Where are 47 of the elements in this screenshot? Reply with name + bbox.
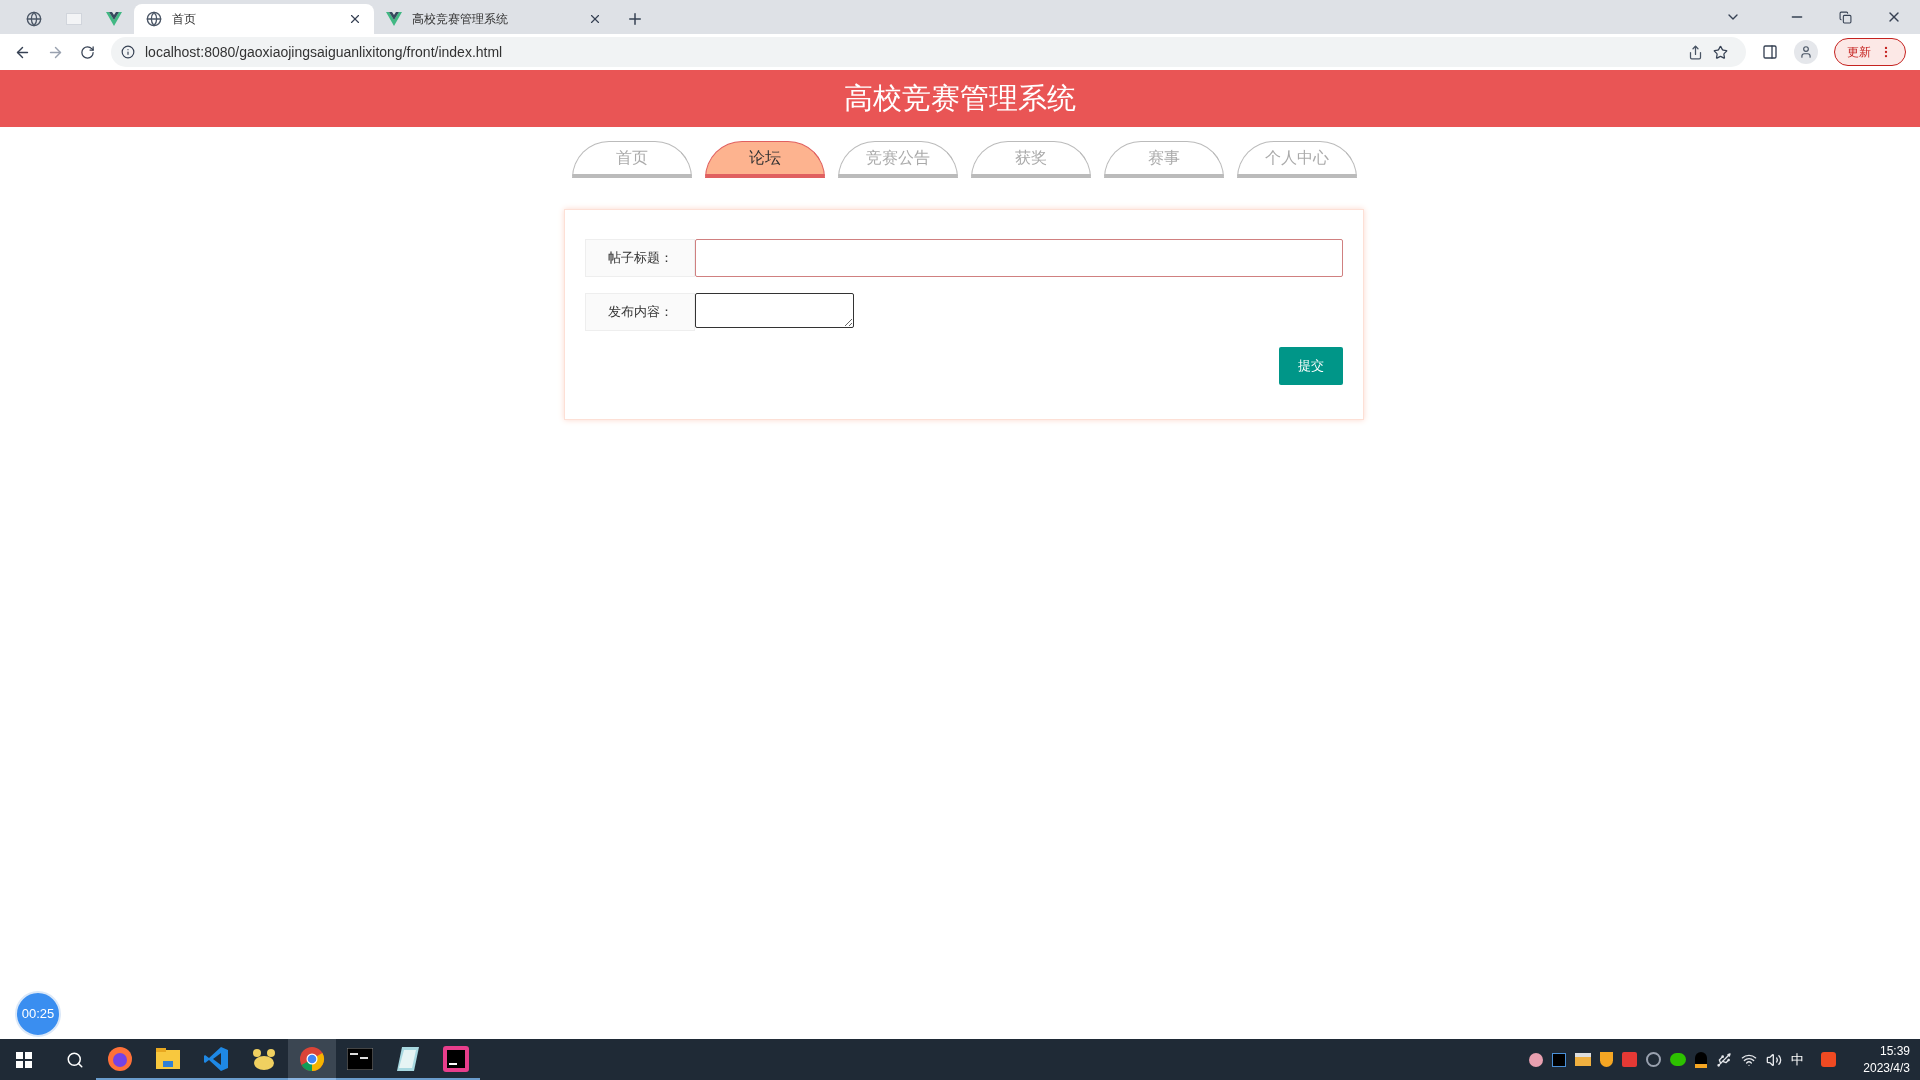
- app-tray-icon[interactable]: [1622, 1052, 1638, 1067]
- search-icon[interactable]: [66, 1050, 84, 1069]
- taskbar-app[interactable]: [288, 1039, 336, 1080]
- close-tab-icon[interactable]: [348, 12, 362, 26]
- close-tab-icon[interactable]: [588, 12, 602, 26]
- tab-title: 首页: [172, 11, 197, 28]
- notepad-icon: [396, 1045, 420, 1072]
- windows-start-icon[interactable]: [16, 1051, 32, 1068]
- clock-date[interactable]: 2023/4/3: [1863, 1059, 1910, 1077]
- update-button[interactable]: 更新: [1834, 38, 1906, 66]
- content-textarea[interactable]: [695, 293, 854, 328]
- ime-indicator[interactable]: 中: [1791, 1049, 1805, 1070]
- window-tray-icon[interactable]: [1575, 1053, 1592, 1066]
- field-label: 发布内容：: [585, 293, 695, 331]
- page-icon: [66, 13, 82, 25]
- info-icon[interactable]: [121, 45, 135, 59]
- paw-icon: [251, 1046, 277, 1071]
- browser-tab[interactable]: 首页: [134, 4, 374, 34]
- side-panel-icon[interactable]: [1762, 44, 1778, 60]
- url-text: localhost:8080/gaoxiaojingsaiguanlixitong/front/index.html: [145, 42, 504, 62]
- share-icon[interactable]: [1688, 44, 1703, 60]
- bookmark-star-icon[interactable]: [1713, 44, 1728, 60]
- address-bar[interactable]: localhost:8080/gaoxiaojingsaiguanlixitong/front/index.html: [111, 37, 1746, 67]
- usb-icon[interactable]: [1716, 1051, 1733, 1068]
- volume-icon[interactable]: [1766, 1051, 1783, 1068]
- restore-icon[interactable]: [1839, 10, 1852, 24]
- tab-title: 高校竞赛管理系统: [412, 11, 509, 28]
- submit-button[interactable]: 提交: [1279, 347, 1343, 385]
- browser-tab[interactable]: 高校竞赛管理系统: [374, 4, 614, 34]
- title-input[interactable]: [695, 239, 1343, 277]
- new-tab-icon[interactable]: [626, 10, 644, 28]
- chrome-icon: [299, 1045, 325, 1072]
- nav-tab[interactable]: 论坛: [704, 141, 825, 178]
- reload-icon[interactable]: [80, 44, 95, 60]
- shield-tray-icon[interactable]: [1600, 1052, 1614, 1067]
- field-label: 帖子标题：: [585, 239, 695, 277]
- folder-icon: [155, 1046, 181, 1071]
- globe-icon: [146, 11, 162, 27]
- profile-avatar[interactable]: [1794, 40, 1818, 64]
- vue-logo-icon: [386, 12, 402, 26]
- timer-badge: 00:25: [15, 991, 61, 1037]
- clock-time[interactable]: 15:39: [1879, 1042, 1910, 1060]
- terminal-icon: [347, 1047, 373, 1070]
- code-editor-icon: [203, 1045, 229, 1072]
- site-title: 高校竞赛管理系统: [844, 80, 1076, 116]
- vue-logo-icon: [106, 12, 122, 26]
- globe-icon: [26, 11, 42, 27]
